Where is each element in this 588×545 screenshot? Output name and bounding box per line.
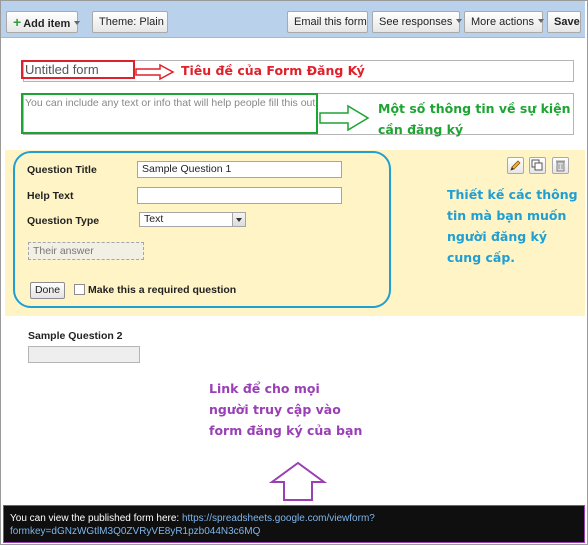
link-annotation: Link để cho mọi người truy cập vào form … xyxy=(209,381,363,438)
answer-preview: Their answer xyxy=(28,242,144,260)
design-annotation: Thiết kế các thông tin mà bạn muốn người… xyxy=(447,187,578,265)
question-type-label: Question Type xyxy=(27,215,100,227)
question-title-label: Question Title xyxy=(27,164,97,176)
green-arrow-icon xyxy=(319,104,370,132)
purple-arrow-icon xyxy=(268,461,328,501)
description-annotation: Một số thông tin về sự kiện cần đăng ký xyxy=(378,101,571,137)
help-text-label: Help Text xyxy=(27,190,74,202)
help-text-input[interactable] xyxy=(137,187,342,204)
title-annotation: Tiêu đề của Form Đăng Ký xyxy=(181,63,365,78)
duplicate-icon xyxy=(531,159,543,171)
required-checkbox[interactable] xyxy=(74,284,85,295)
published-link-text: You can view the published form here: ht… xyxy=(10,513,375,537)
question-2-input[interactable] xyxy=(28,346,140,363)
published-form-link[interactable]: https://spreadsheets.google.com/viewform… xyxy=(182,513,375,524)
red-arrow-icon xyxy=(135,63,175,81)
edit-question-button[interactable] xyxy=(507,157,524,174)
duplicate-question-button[interactable] xyxy=(529,157,546,174)
required-checkbox-label: Make this a required question xyxy=(88,284,237,296)
done-button[interactable]: Done xyxy=(30,282,65,299)
question-title-input[interactable]: Sample Question 1 xyxy=(137,161,342,178)
question-type-select[interactable]: Text xyxy=(139,212,246,227)
trash-icon xyxy=(556,160,565,172)
published-form-link-cont[interactable]: formkey=dGNzWGtlM3Q0ZVRyVE8yR1pzb044N3c6… xyxy=(10,526,260,537)
question-2-label: Sample Question 2 xyxy=(28,330,123,342)
delete-question-button[interactable] xyxy=(552,157,569,174)
chevron-down-icon xyxy=(232,213,245,226)
pencil-icon xyxy=(510,160,521,171)
